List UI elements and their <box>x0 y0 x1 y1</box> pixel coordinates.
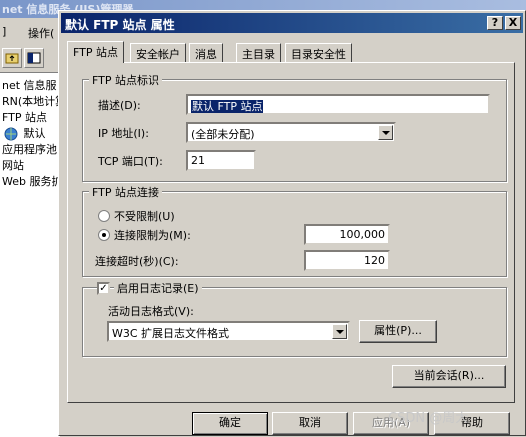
close-button[interactable]: X <box>505 16 521 30</box>
log-properties-button[interactable]: 属性(P)... <box>359 320 437 343</box>
identity-group: FTP 站点标识 描述(D): 默认 FTP 站点 IP 地址(I): (全部未… <box>82 72 507 182</box>
menu-item-action[interactable]: 操作( <box>28 25 54 41</box>
tab-ftp-site[interactable]: FTP 站点 <box>67 41 124 63</box>
tree-item-iis[interactable]: net 信息服 <box>2 77 57 93</box>
description-value: 默认 FTP 站点 <box>191 100 264 113</box>
globe-icon <box>4 127 18 141</box>
tree-item-web-extensions[interactable]: Web 服务扩 <box>2 173 62 189</box>
timeout-field[interactable]: 120 <box>304 250 390 271</box>
menu-item-first[interactable]: ] <box>2 25 6 38</box>
background-menu-bar: ] 操作( <box>0 22 60 40</box>
tree-item-websites[interactable]: 网站 <box>2 157 24 173</box>
tab-messages[interactable]: 消息 <box>189 43 223 62</box>
connections-group-label: FTP 站点连接 <box>89 184 162 200</box>
current-sessions-button[interactable]: 当前会话(R)... <box>392 365 506 388</box>
unlimited-radio[interactable] <box>98 210 110 222</box>
show-tree-icon[interactable] <box>24 48 44 68</box>
enable-logging-label: 启用日志记录(E) <box>114 280 202 296</box>
help-caption-button[interactable]: ? <box>487 16 503 30</box>
tree-item-default-ftp[interactable]: 默认 <box>4 125 46 141</box>
dialog-title: 默认 FTP 站点 属性 <box>65 18 175 32</box>
unlimited-label: 不受限制(U) <box>114 210 175 223</box>
log-format-label: 活动日志格式(V): <box>108 305 194 318</box>
logging-group: ✓ 启用日志记录(E) 活动日志格式(V): W3C 扩展日志文件格式 属性(P… <box>82 280 507 357</box>
description-label: 描述(D): <box>98 99 141 112</box>
tree-item-ftp-sites[interactable]: FTP 站点 <box>2 109 47 125</box>
ip-address-label: IP 地址(I): <box>98 127 149 140</box>
log-format-value: W3C 扩展日志文件格式 <box>112 327 230 340</box>
description-field[interactable]: 默认 FTP 站点 <box>186 94 490 115</box>
connections-group: FTP 站点连接 不受限制(U) 连接限制为(M): 100,000 连接超时(… <box>82 184 507 277</box>
tcp-port-field[interactable]: 21 <box>186 150 256 171</box>
dialog-title-bar: 默认 FTP 站点 属性 ? X <box>61 13 523 33</box>
ok-button[interactable]: 确定 <box>192 412 268 435</box>
tab-panel: FTP 站点标识 描述(D): 默认 FTP 站点 IP 地址(I): (全部未… <box>67 62 515 403</box>
tree-item-default-label: 默认 <box>23 127 46 140</box>
chevron-down-icon[interactable] <box>378 125 393 140</box>
limited-label: 连接限制为(M): <box>114 229 191 242</box>
properties-dialog: 默认 FTP 站点 属性 ? X FTP 站点 安全帐户 消息 主目录 目录安全… <box>58 10 526 436</box>
enable-logging-checkbox[interactable]: ✓ <box>97 282 110 295</box>
cancel-button[interactable]: 取消 <box>272 412 348 435</box>
log-format-select[interactable]: W3C 扩展日志文件格式 <box>107 321 350 342</box>
ip-address-value: (全部未分配) <box>191 128 255 141</box>
background-toolbar <box>0 46 60 68</box>
tcp-port-label: TCP 端口(T): <box>98 155 163 168</box>
timeout-label: 连接超时(秒)(C): <box>95 255 179 268</box>
limited-radio[interactable] <box>98 229 110 241</box>
tab-security-accounts[interactable]: 安全帐户 <box>130 43 186 62</box>
background-tree-view: net 信息服 RN(本地计算 FTP 站点 默认 应用程序池 网站 Web 服… <box>0 72 66 437</box>
chevron-down-icon[interactable] <box>332 324 347 339</box>
identity-group-label: FTP 站点标识 <box>89 72 162 88</box>
ip-address-select[interactable]: (全部未分配) <box>186 122 396 143</box>
tree-item-app-pools[interactable]: 应用程序池 <box>2 141 57 157</box>
watermark: CSDN @周大 <box>388 411 469 426</box>
connection-limit-field[interactable]: 100,000 <box>304 224 390 245</box>
tree-item-local-computer[interactable]: RN(本地计算 <box>2 93 66 109</box>
up-folder-icon[interactable] <box>2 48 22 68</box>
tab-directory-security[interactable]: 目录安全性 <box>285 43 352 62</box>
tab-home-directory[interactable]: 主目录 <box>236 43 281 62</box>
